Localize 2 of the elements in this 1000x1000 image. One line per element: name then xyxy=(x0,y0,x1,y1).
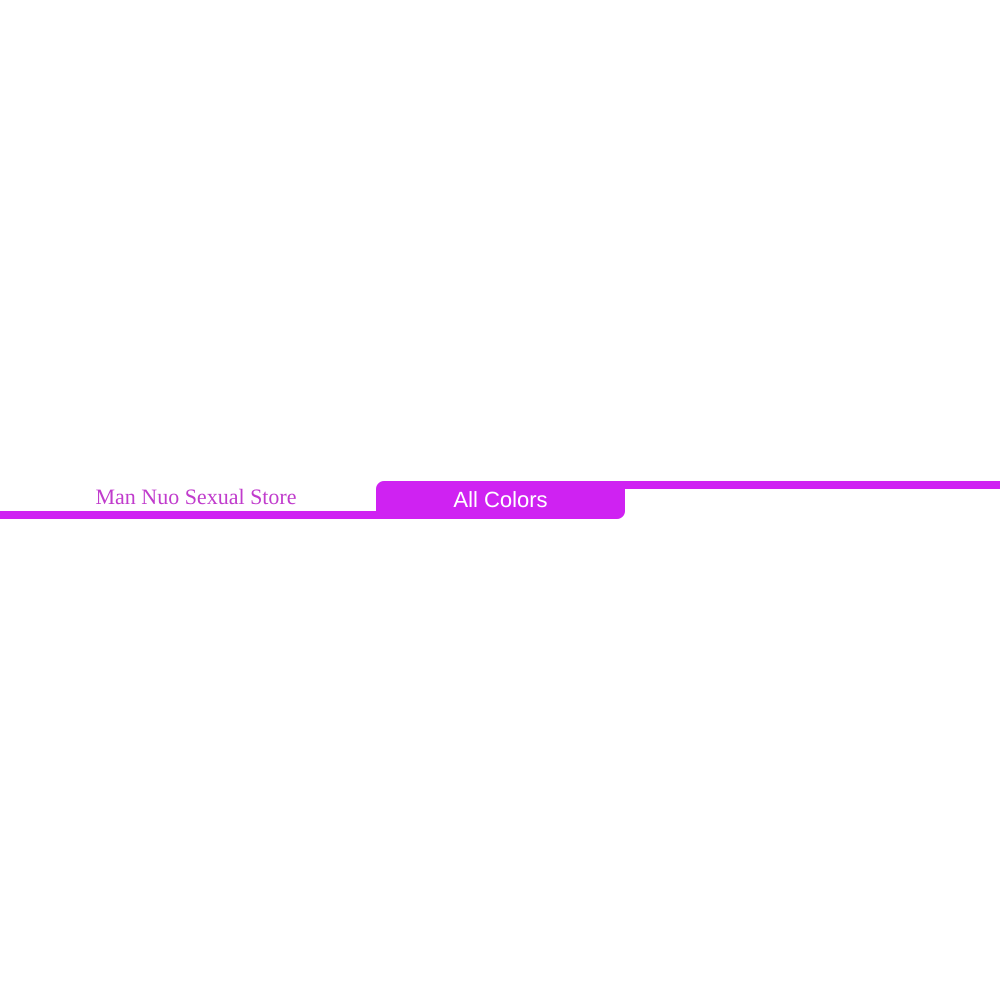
store-name: Man Nuo Sexual Store xyxy=(95,485,297,509)
section-tab[interactable]: All Colors xyxy=(376,481,625,519)
